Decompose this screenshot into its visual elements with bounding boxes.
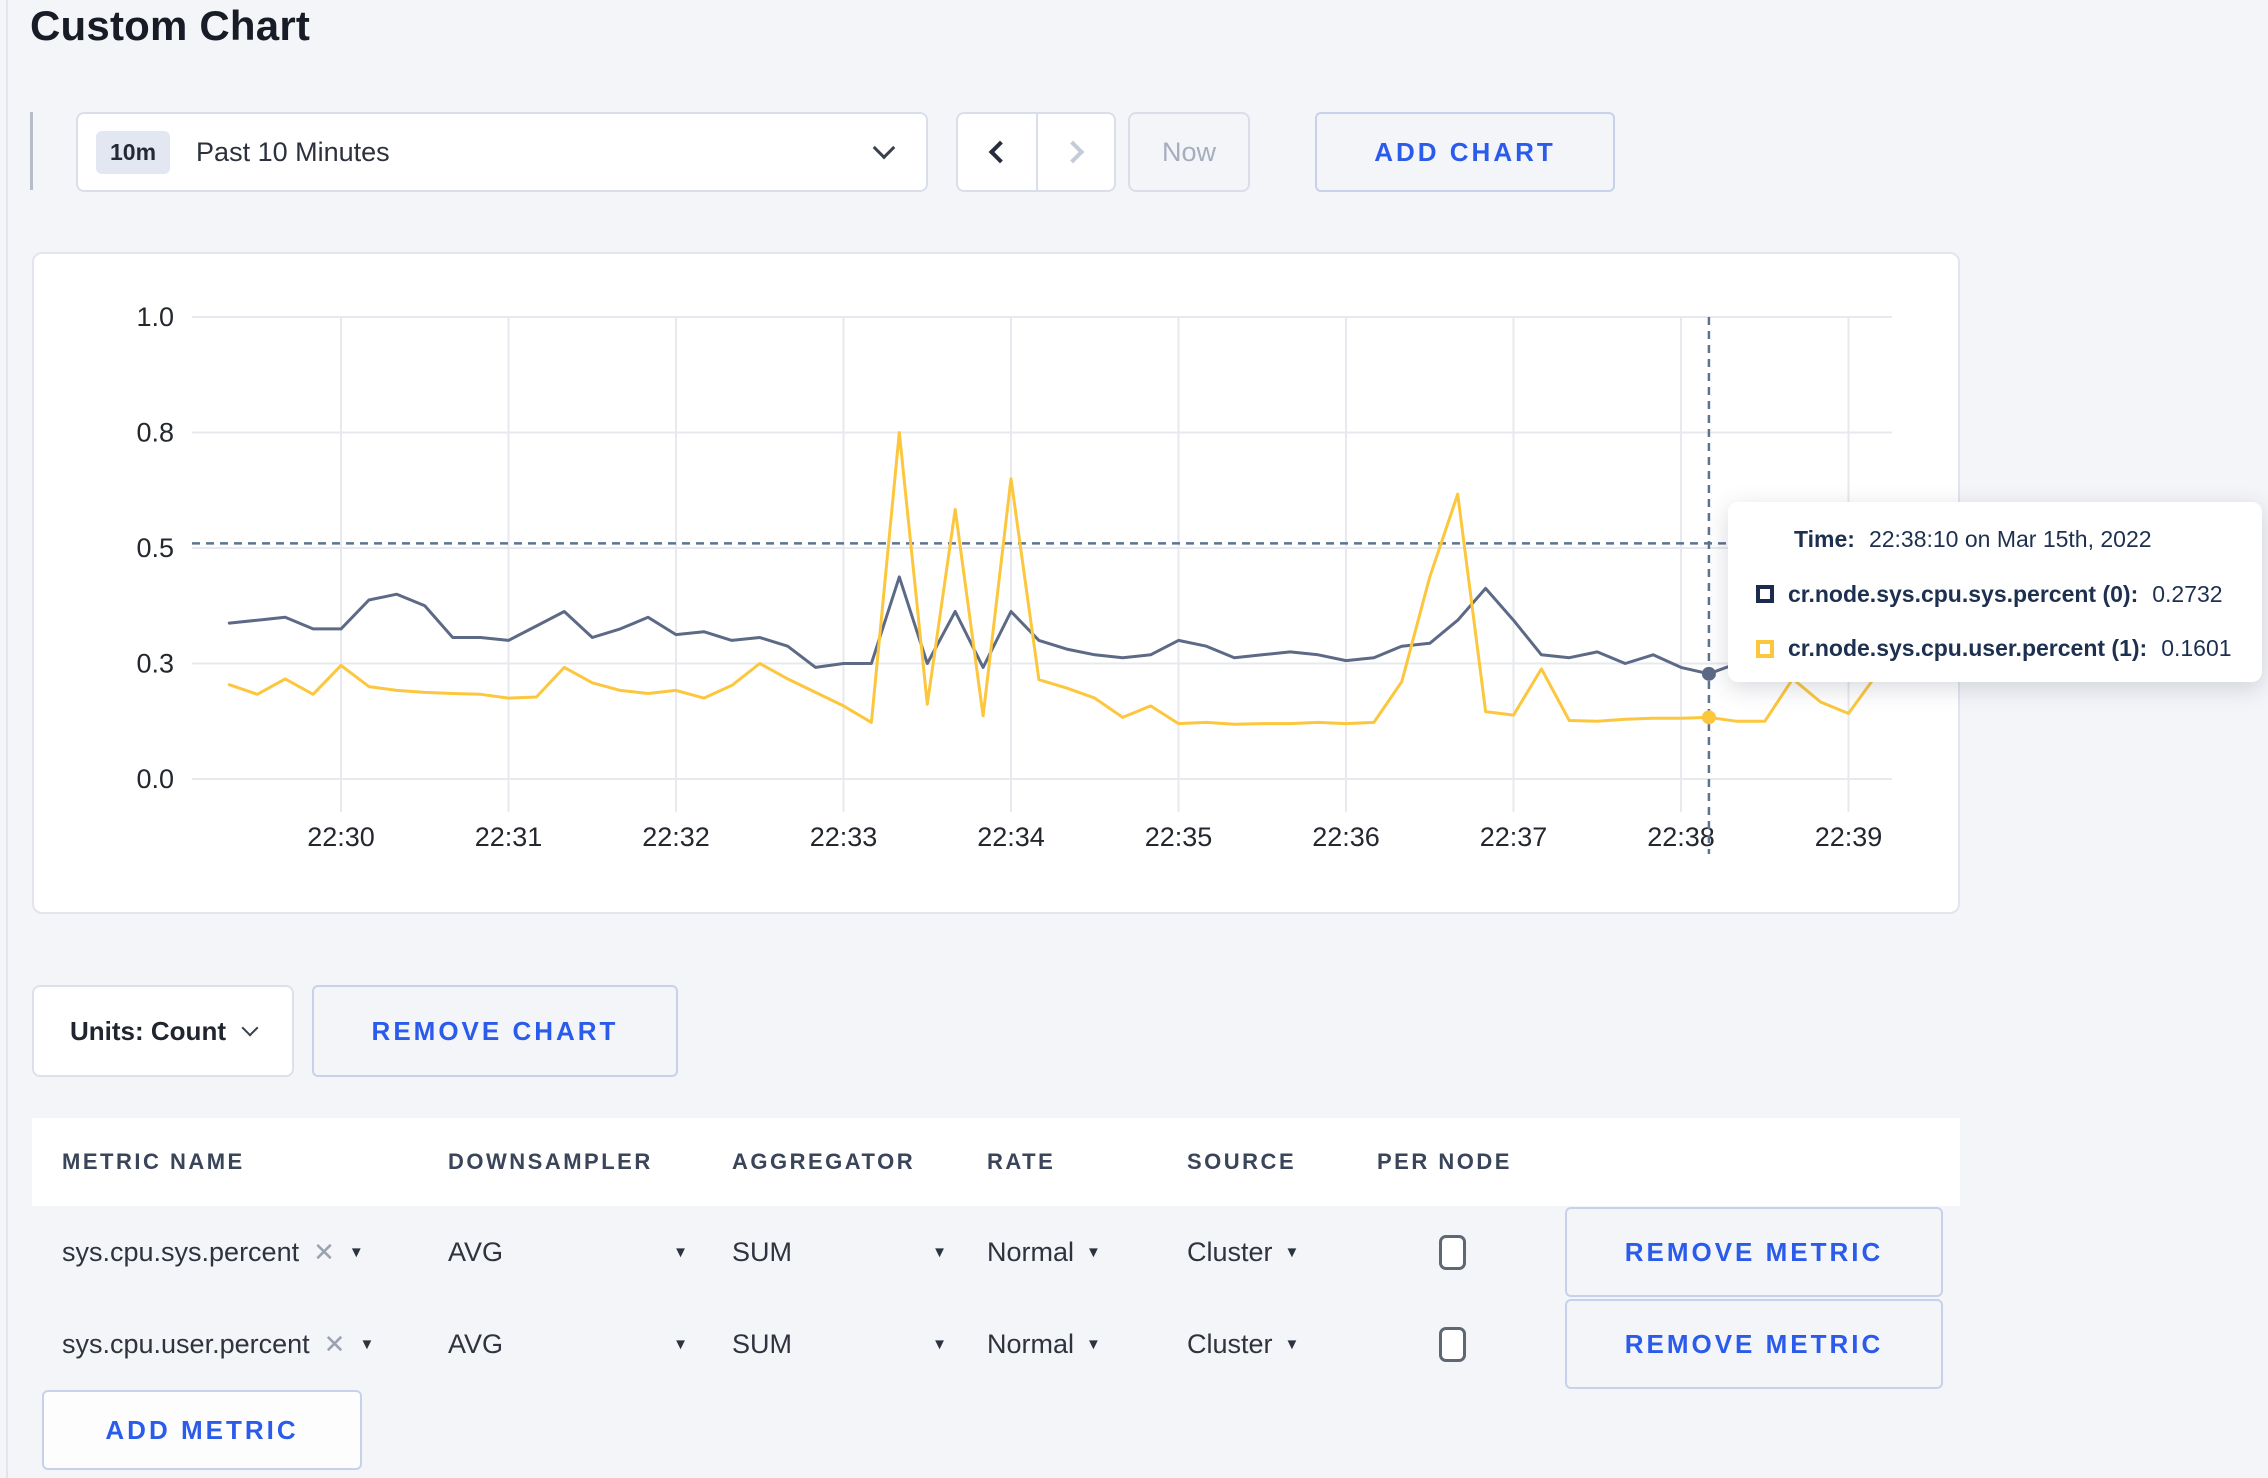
tooltip-time-label: Time:	[1794, 526, 1855, 552]
dropdown-caret-icon: ▼	[673, 1335, 688, 1353]
per-node-checkbox[interactable]	[1439, 1234, 1466, 1270]
time-range-dropdown[interactable]: 10m Past 10 Minutes	[76, 112, 928, 192]
next-time-button[interactable]	[1036, 114, 1114, 190]
chart-hover-tooltip: Time: 22:38:10 on Mar 15th, 2022 cr.node…	[1728, 502, 2262, 682]
downsampler-dropdown[interactable]: AVG ▼	[448, 1329, 688, 1360]
rate-value: Normal	[987, 1236, 1075, 1267]
tooltip-series-row: cr.node.sys.cpu.user.percent (1): 0.1601	[1756, 635, 2242, 662]
col-header-per-node: PER NODE	[1377, 1149, 1512, 1174]
user-percent-swatch-icon	[1756, 639, 1774, 658]
svg-text:0.5: 0.5	[136, 533, 174, 563]
tooltip-time-row: Time: 22:38:10 on Mar 15th, 2022	[1756, 526, 2242, 553]
add-chart-button[interactable]: ADD CHART	[1315, 112, 1615, 192]
chevron-down-icon	[872, 136, 896, 160]
svg-text:22:30: 22:30	[307, 822, 375, 852]
per-node-checkbox[interactable]	[1439, 1326, 1466, 1362]
svg-text:22:31: 22:31	[475, 822, 543, 852]
custom-chart-page: Custom Chart 10m Past 10 Minutes Now ADD…	[0, 0, 2268, 1478]
tooltip-sys-label: cr.node.sys.cpu.sys.percent (0):	[1788, 580, 2139, 607]
col-header-aggregator: AGGREGATOR	[732, 1149, 916, 1174]
metric-name-value: sys.cpu.user.percent	[62, 1328, 310, 1359]
col-header-metric-name: METRIC NAME	[62, 1149, 245, 1174]
tooltip-user-value: 0.1601	[2161, 635, 2232, 661]
svg-text:0.3: 0.3	[136, 649, 174, 679]
page-left-edge	[6, 0, 8, 1478]
remove-metric-button[interactable]: REMOVE METRIC	[1565, 1299, 1943, 1389]
remove-metric-button[interactable]: REMOVE METRIC	[1565, 1207, 1943, 1297]
toolbar-divider	[30, 112, 33, 190]
time-range-badge: 10m	[96, 130, 171, 174]
metric-table-row: sys.cpu.sys.percent ✕ ▼ AVG ▼ SUM ▼ Norm…	[32, 1206, 1960, 1298]
tooltip-series-row: cr.node.sys.cpu.sys.percent (0): 0.2732	[1756, 581, 2242, 608]
svg-text:0.8: 0.8	[136, 418, 174, 448]
svg-text:22:33: 22:33	[810, 822, 878, 852]
metric-table-row: sys.cpu.user.percent ✕ ▼ AVG ▼ SUM ▼ Nor…	[32, 1298, 1960, 1390]
units-label: Units: Count	[70, 1015, 226, 1046]
dropdown-caret-icon: ▼	[1086, 1335, 1101, 1353]
metric-name-dropdown[interactable]: sys.cpu.sys.percent ✕ ▼	[62, 1237, 448, 1268]
rate-dropdown[interactable]: Normal ▼	[987, 1237, 1187, 1268]
dropdown-caret-icon: ▼	[1284, 1243, 1300, 1261]
source-value: Cluster	[1187, 1328, 1273, 1359]
tooltip-user-label: cr.node.sys.cpu.user.percent (1):	[1788, 635, 2148, 661]
remove-chart-button[interactable]: REMOVE CHART	[312, 985, 678, 1077]
now-button[interactable]: Now	[1128, 112, 1250, 192]
dropdown-caret-icon: ▼	[1086, 1243, 1101, 1261]
source-value: Cluster	[1187, 1236, 1273, 1267]
svg-text:22:32: 22:32	[642, 822, 710, 852]
aggregator-dropdown[interactable]: SUM ▼	[732, 1237, 947, 1268]
col-header-rate: RATE	[987, 1149, 1056, 1174]
add-metric-button[interactable]: ADD METRIC	[42, 1390, 362, 1470]
dropdown-caret-icon: ▼	[932, 1243, 947, 1261]
col-header-downsampler: DOWNSAMPLER	[448, 1149, 653, 1174]
svg-text:1.0: 1.0	[136, 302, 174, 332]
source-dropdown[interactable]: Cluster ▼	[1187, 1237, 1377, 1268]
prev-time-button[interactable]	[958, 114, 1036, 190]
rate-value: Normal	[987, 1328, 1075, 1359]
downsampler-value: AVG	[448, 1328, 504, 1359]
svg-text:22:39: 22:39	[1815, 822, 1883, 852]
chevron-left-icon	[988, 140, 1012, 164]
downsampler-value: AVG	[448, 1236, 504, 1267]
tooltip-sys-value: 0.2732	[2152, 580, 2223, 607]
dropdown-caret-icon: ▼	[359, 1335, 375, 1353]
rate-dropdown[interactable]: Normal ▼	[987, 1329, 1187, 1360]
aggregator-value: SUM	[732, 1328, 792, 1359]
chevron-right-icon	[1061, 140, 1085, 164]
clear-metric-icon[interactable]: ✕	[324, 1329, 346, 1360]
tooltip-time-value: 22:38:10 on Mar 15th, 2022	[1868, 526, 2152, 552]
chart-card: 0.0 0.3 0.5 0.8 1.0 22:30 22:31 22:32 22:33 22:34…	[32, 252, 1960, 914]
dropdown-caret-icon: ▼	[348, 1243, 364, 1261]
dropdown-caret-icon: ▼	[673, 1243, 688, 1261]
chevron-down-icon	[241, 1019, 259, 1037]
svg-text:22:35: 22:35	[1145, 822, 1213, 852]
timeseries-chart[interactable]: 0.0 0.3 0.5 0.8 1.0 22:30 22:31 22:32 22:33 22:34…	[34, 254, 1958, 912]
units-dropdown[interactable]: Units: Count	[32, 985, 294, 1077]
time-nav-group	[956, 112, 1116, 192]
col-header-source: SOURCE	[1187, 1149, 1297, 1174]
svg-text:22:37: 22:37	[1480, 822, 1548, 852]
page-title: Custom Chart	[30, 2, 311, 49]
svg-text:22:34: 22:34	[977, 822, 1045, 852]
dropdown-caret-icon: ▼	[932, 1335, 947, 1353]
svg-text:22:38: 22:38	[1647, 822, 1715, 852]
metric-name-value: sys.cpu.sys.percent	[62, 1236, 300, 1267]
svg-text:22:36: 22:36	[1312, 822, 1380, 852]
svg-text:0.0: 0.0	[136, 764, 174, 794]
source-dropdown[interactable]: Cluster ▼	[1187, 1329, 1377, 1360]
metric-name-dropdown[interactable]: sys.cpu.user.percent ✕ ▼	[62, 1329, 448, 1360]
sys-percent-swatch-icon	[1756, 585, 1774, 603]
metrics-table-header: METRIC NAME DOWNSAMPLER AGGREGATOR RATE …	[32, 1118, 1960, 1206]
time-range-label: Past 10 Minutes	[196, 136, 390, 167]
clear-metric-icon[interactable]: ✕	[313, 1237, 335, 1268]
downsampler-dropdown[interactable]: AVG ▼	[448, 1237, 688, 1268]
aggregator-dropdown[interactable]: SUM ▼	[732, 1329, 947, 1360]
aggregator-value: SUM	[732, 1236, 792, 1267]
dropdown-caret-icon: ▼	[1284, 1335, 1300, 1353]
